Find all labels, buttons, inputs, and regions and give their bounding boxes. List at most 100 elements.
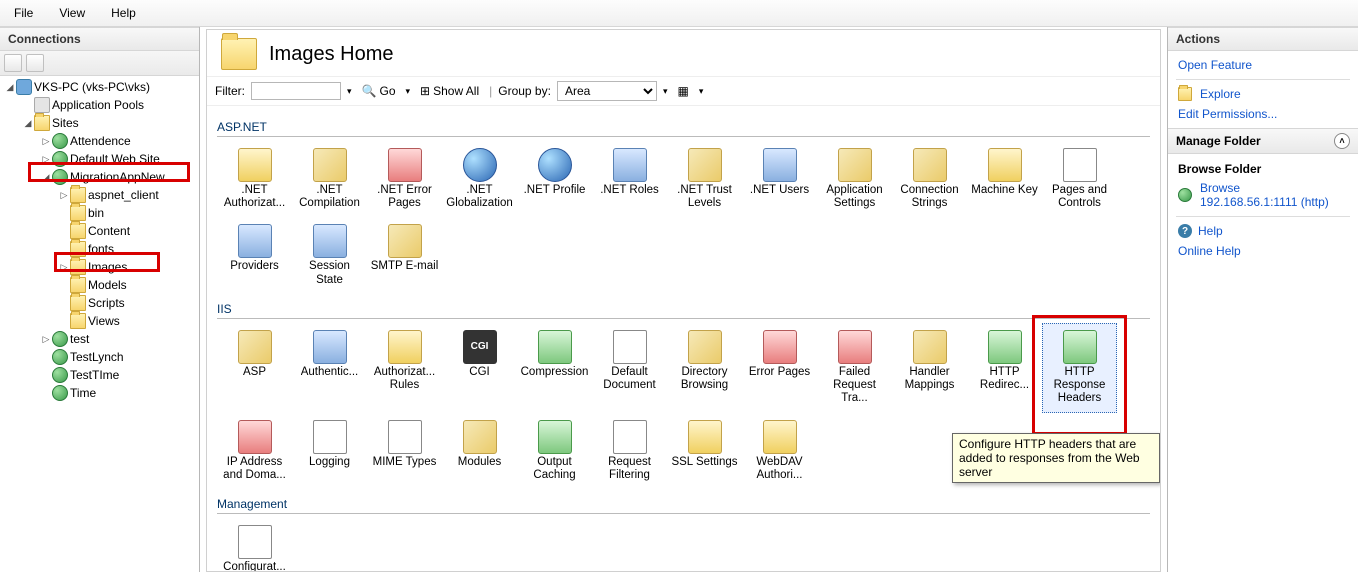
expander-icon[interactable]: ◢ bbox=[40, 172, 52, 183]
action-help[interactable]: ?Help bbox=[1170, 221, 1356, 241]
action-open-feature[interactable]: Open Feature bbox=[1170, 55, 1356, 75]
tree-app-pools[interactable]: Application Pools bbox=[2, 96, 199, 114]
expander-icon[interactable]: ▷ bbox=[40, 136, 52, 147]
feature-item[interactable]: Compression bbox=[517, 323, 592, 413]
feature-item[interactable]: Session State bbox=[292, 217, 367, 293]
tree-folder-aspnet[interactable]: ▷ aspnet_client bbox=[2, 186, 199, 204]
feature-item[interactable]: Authorizat... Rules bbox=[367, 323, 442, 413]
collapse-icon[interactable]: ˄ bbox=[1334, 133, 1350, 149]
groupby-dropdown-icon[interactable]: ▾ bbox=[663, 86, 668, 97]
tree-sites[interactable]: ◢ Sites bbox=[2, 114, 199, 132]
actions-title: Actions bbox=[1176, 32, 1220, 46]
feature-icon bbox=[313, 330, 347, 364]
app-pools-icon bbox=[34, 97, 50, 113]
feature-item[interactable]: Pages and Controls bbox=[1042, 141, 1117, 217]
tree-site-test[interactable]: ▷ test bbox=[2, 330, 199, 348]
action-online-help[interactable]: Online Help bbox=[1170, 241, 1356, 261]
feature-item[interactable]: Modules bbox=[442, 413, 517, 489]
tree-site-migration[interactable]: ◢ MigrationAppNew bbox=[2, 168, 199, 186]
expander-icon[interactable]: ▷ bbox=[40, 334, 52, 345]
expander-icon[interactable]: ▷ bbox=[58, 262, 70, 273]
feature-item[interactable]: Failed Request Tra... bbox=[817, 323, 892, 413]
feature-item[interactable]: SMTP E-mail bbox=[367, 217, 442, 293]
feature-label: .NET Roles bbox=[600, 184, 659, 197]
menu-help[interactable]: Help bbox=[99, 4, 148, 22]
feature-item[interactable]: Configurat... Editor bbox=[217, 518, 292, 571]
tree-folder-content[interactable]: Content bbox=[2, 222, 199, 240]
tree-label: Models bbox=[88, 278, 127, 292]
conn-btn1[interactable] bbox=[4, 54, 22, 72]
view-mode-button[interactable]: ▦ bbox=[673, 83, 692, 99]
feature-item[interactable]: Output Caching bbox=[517, 413, 592, 489]
feature-item[interactable]: CGICGI bbox=[442, 323, 517, 413]
feature-item[interactable]: .NET Profile bbox=[517, 141, 592, 217]
expander-icon[interactable]: ▷ bbox=[40, 154, 52, 165]
feature-item[interactable]: SSL Settings bbox=[667, 413, 742, 489]
view-dropdown-icon[interactable]: ▾ bbox=[699, 86, 704, 97]
tree-folder-views[interactable]: Views bbox=[2, 312, 199, 330]
feature-item[interactable]: .NET Roles bbox=[592, 141, 667, 217]
menu-view[interactable]: View bbox=[47, 4, 97, 22]
tree-folder-scripts[interactable]: Scripts bbox=[2, 294, 199, 312]
go-button[interactable]: 🔍Go bbox=[358, 83, 400, 99]
tree-site-time[interactable]: Time bbox=[2, 384, 199, 402]
feature-label: Handler Mappings bbox=[895, 366, 964, 392]
feature-item[interactable]: .NET Authorizat... bbox=[217, 141, 292, 217]
tree-folder-models[interactable]: Models bbox=[2, 276, 199, 294]
expander-icon[interactable]: ◢ bbox=[22, 118, 34, 129]
browse-folder-subtitle: Browse Folder bbox=[1170, 156, 1356, 178]
tree-site-default[interactable]: ▷ Default Web Site bbox=[2, 150, 199, 168]
feature-item[interactable]: HTTP Redirec... bbox=[967, 323, 1042, 413]
feature-item[interactable]: Handler Mappings bbox=[892, 323, 967, 413]
feature-item[interactable]: Connection Strings bbox=[892, 141, 967, 217]
feature-item[interactable]: Authentic... bbox=[292, 323, 367, 413]
show-all-button[interactable]: ⊞Show All bbox=[416, 83, 483, 99]
feature-item[interactable]: .NET Error Pages bbox=[367, 141, 442, 217]
feature-item[interactable]: Default Document bbox=[592, 323, 667, 413]
feature-item[interactable]: Directory Browsing bbox=[667, 323, 742, 413]
tree-label: Attendence bbox=[70, 134, 131, 148]
tree-folder-fonts[interactable]: fonts bbox=[2, 240, 199, 258]
tree-site-attendence[interactable]: ▷ Attendence bbox=[2, 132, 199, 150]
feature-item[interactable]: HTTP Response Headers bbox=[1042, 323, 1117, 413]
action-edit-permissions[interactable]: Edit Permissions... bbox=[1170, 104, 1356, 124]
feature-item[interactable]: Error Pages bbox=[742, 323, 817, 413]
site-icon bbox=[52, 367, 68, 383]
feature-item[interactable]: WebDAV Authori... bbox=[742, 413, 817, 489]
tree-folder-images[interactable]: ▷ Images bbox=[2, 258, 199, 276]
feature-label: Default Document bbox=[595, 366, 664, 392]
filter-input[interactable] bbox=[251, 82, 341, 100]
feature-item[interactable]: Application Settings bbox=[817, 141, 892, 217]
feature-item[interactable]: .NET Globalization bbox=[442, 141, 517, 217]
tree-label: test bbox=[70, 332, 89, 346]
tree-server[interactable]: ◢ VKS-PC (vks-PC\vks) bbox=[2, 78, 199, 96]
feature-item[interactable]: Providers bbox=[217, 217, 292, 293]
expander-icon[interactable]: ▷ bbox=[58, 190, 70, 201]
feature-item[interactable]: Request Filtering bbox=[592, 413, 667, 489]
feature-label: MIME Types bbox=[373, 456, 437, 469]
folder-icon bbox=[70, 295, 86, 311]
groupby-select[interactable]: Area bbox=[557, 81, 657, 101]
action-browse-link[interactable]: Browse 192.168.56.1:1111 (http) bbox=[1170, 178, 1356, 212]
feature-item[interactable]: .NET Users bbox=[742, 141, 817, 217]
feature-item[interactable]: .NET Trust Levels bbox=[667, 141, 742, 217]
feature-item[interactable]: .NET Compilation bbox=[292, 141, 367, 217]
feature-item[interactable]: MIME Types bbox=[367, 413, 442, 489]
tree-site-testtime[interactable]: TestTIme bbox=[2, 366, 199, 384]
feature-item[interactable]: Logging bbox=[292, 413, 367, 489]
filter-dropdown-icon[interactable]: ▾ bbox=[347, 86, 352, 97]
go-dropdown-icon[interactable]: ▾ bbox=[406, 86, 411, 97]
tree-site-testlynch[interactable]: TestLynch bbox=[2, 348, 199, 366]
menu-file[interactable]: File bbox=[2, 4, 45, 22]
action-explore[interactable]: Explore bbox=[1170, 84, 1356, 104]
expander-icon[interactable]: ◢ bbox=[4, 82, 16, 93]
feature-item[interactable]: ASP bbox=[217, 323, 292, 413]
tree-folder-bin[interactable]: bin bbox=[2, 204, 199, 222]
feature-item[interactable]: IP Address and Doma... bbox=[217, 413, 292, 489]
main-toolbar: Filter: ▾ 🔍Go ▾ ⊞Show All | Group by: Ar… bbox=[207, 76, 1160, 106]
feature-item[interactable]: Machine Key bbox=[967, 141, 1042, 217]
feature-grid-aspnet: .NET Authorizat....NET Compilation.NET E… bbox=[217, 141, 1150, 294]
feature-label: Authentic... bbox=[301, 366, 359, 379]
conn-btn2[interactable] bbox=[26, 54, 44, 72]
feature-label: IP Address and Doma... bbox=[220, 456, 289, 482]
